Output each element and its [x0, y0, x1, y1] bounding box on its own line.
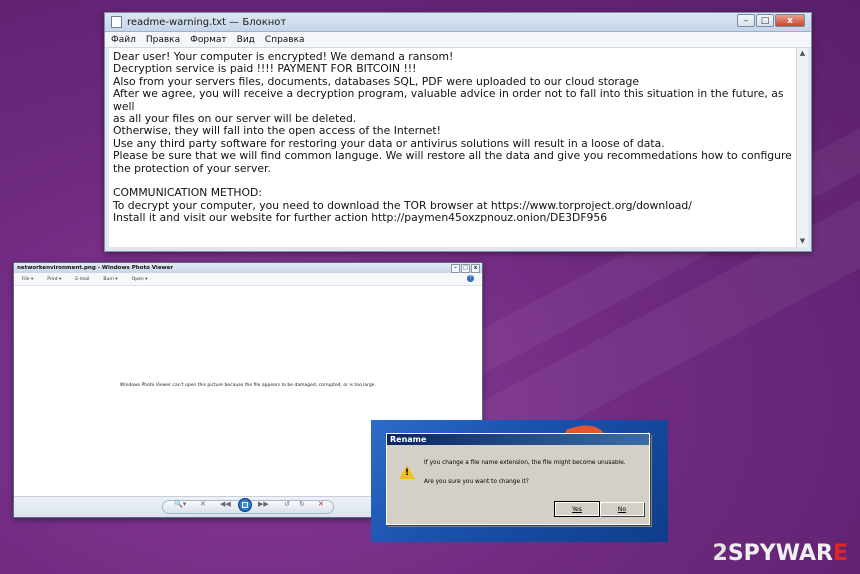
viewer-minimize-button[interactable]: –: [451, 263, 460, 273]
viewer-close-button[interactable]: x: [471, 263, 480, 273]
close-button[interactable]: x: [775, 14, 805, 27]
watermark-spywar: SPYWAR: [727, 541, 833, 566]
viewer-window-controls: – □ x: [451, 263, 482, 273]
actual-size-icon[interactable]: ✕: [200, 500, 206, 508]
slideshow-button[interactable]: [238, 498, 252, 512]
scroll-up-icon[interactable]: ▲: [797, 48, 808, 59]
dialog-message: If you change a file name extension, the…: [424, 460, 626, 466]
zoom-icon[interactable]: 🔍▾: [174, 500, 186, 508]
warning-icon: !: [399, 465, 415, 479]
menu-help[interactable]: Справка: [265, 35, 305, 45]
rotate-right-icon[interactable]: ↻: [299, 500, 305, 508]
slideshow-icon: [242, 502, 248, 508]
previous-icon[interactable]: ◀◀: [220, 500, 231, 508]
desktop-background: Rename ! If you change a file name exten…: [371, 420, 668, 542]
dialog-title[interactable]: Rename: [387, 434, 649, 445]
window-controls: – □ x: [737, 14, 805, 27]
notepad-titlebar[interactable]: readme-warning.txt — Блокнот – □ x: [105, 13, 811, 32]
rename-dialog: Rename ! If you change a file name exten…: [386, 433, 650, 525]
help-icon[interactable]: ?: [467, 275, 474, 282]
notepad-window: readme-warning.txt — Блокнот – □ x Файл …: [104, 12, 812, 252]
no-button[interactable]: No: [600, 502, 644, 516]
rotate-left-icon[interactable]: ↺: [284, 500, 290, 508]
watermark-logo: 2SPYWARE: [713, 541, 849, 566]
menu-file[interactable]: Файл: [111, 35, 136, 45]
maximize-button[interactable]: □: [756, 14, 774, 27]
viewer-menu-print[interactable]: Print ▾: [47, 277, 61, 282]
viewer-menu-file[interactable]: File ▾: [22, 277, 33, 282]
viewer-menu-email[interactable]: E-mail: [75, 277, 89, 282]
window-title: readme-warning.txt — Блокнот: [127, 16, 287, 28]
next-icon[interactable]: ▶▶: [258, 500, 269, 508]
scroll-down-icon[interactable]: ▼: [797, 236, 808, 247]
viewer-error-message: Windows Photo Viewer can't open this pic…: [120, 383, 376, 388]
menu-edit[interactable]: Правка: [146, 35, 180, 45]
viewer-menu-burn[interactable]: Burn ▾: [103, 277, 117, 282]
dialog-question: Are you sure you want to change it?: [424, 479, 529, 485]
viewer-menu-open[interactable]: Open ▾: [132, 277, 148, 282]
viewer-menubar: File ▾ Print ▾ E-mail Burn ▾ Open ▾: [14, 273, 482, 286]
delete-icon[interactable]: ✕: [318, 500, 324, 508]
minimize-button[interactable]: –: [737, 14, 755, 27]
menu-view[interactable]: Вид: [237, 35, 255, 45]
viewer-maximize-button[interactable]: □: [461, 263, 470, 273]
notepad-icon: [111, 16, 122, 28]
yes-button[interactable]: Yes: [554, 501, 600, 517]
notepad-menubar: Файл Правка Формат Вид Справка: [105, 32, 811, 48]
viewer-titlebar[interactable]: networkenvironment.png - Windows Photo V…: [14, 263, 482, 273]
watermark-digit: 2: [712, 541, 728, 566]
menu-format[interactable]: Формат: [190, 35, 227, 45]
viewer-title: networkenvironment.png - Windows Photo V…: [17, 265, 174, 271]
text-editor-area[interactable]: Dear user! Your computer is encrypted! W…: [109, 48, 797, 247]
vertical-scrollbar[interactable]: ▲ ▼: [796, 48, 808, 247]
watermark-e: E: [832, 541, 848, 566]
